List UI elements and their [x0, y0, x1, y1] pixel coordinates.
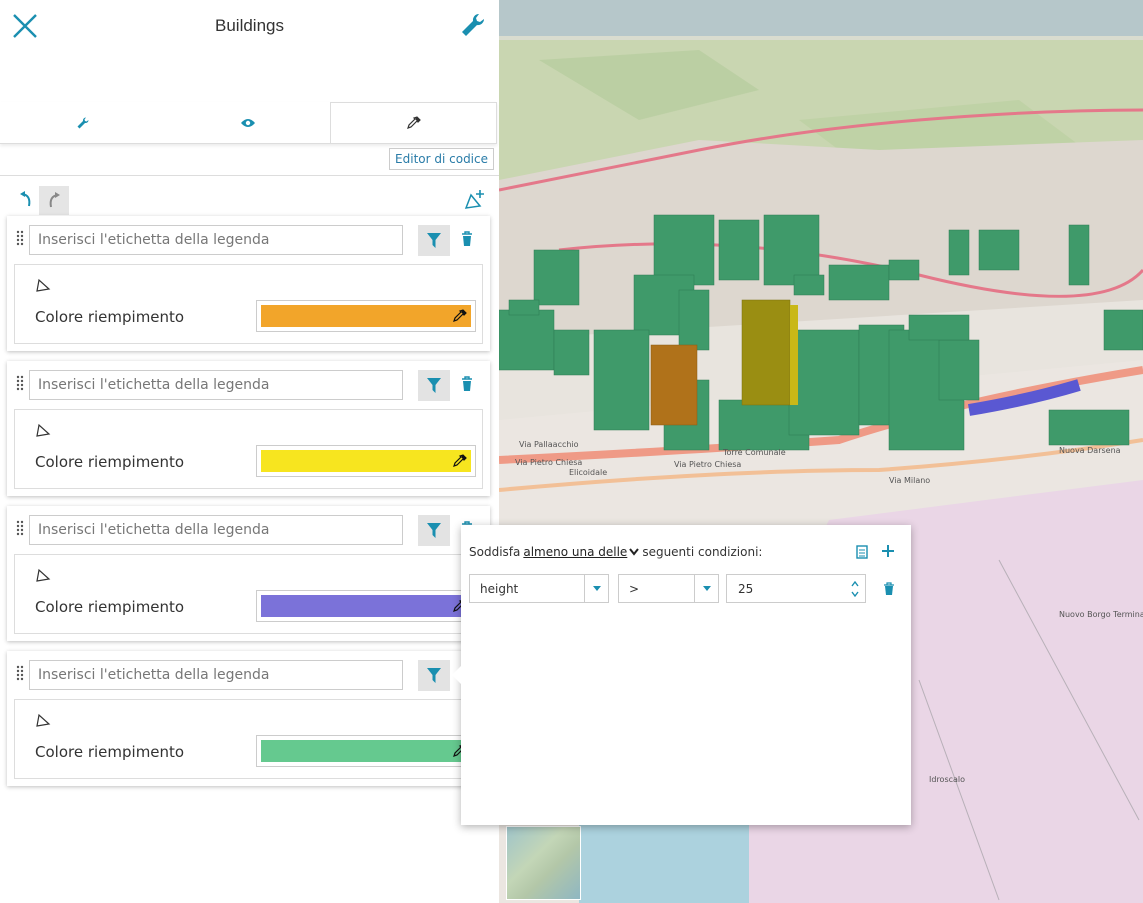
trash-icon[interactable] — [458, 373, 476, 395]
delete-condition-icon[interactable] — [883, 582, 895, 596]
polygon-icon — [36, 278, 51, 292]
panel-title: Buildings — [215, 16, 284, 35]
drag-handle-icon[interactable] — [16, 230, 24, 246]
style-rule: Colore riempimento — [7, 506, 490, 641]
filter-popup: Soddisfa almeno una delle seguenti condi… — [452, 525, 911, 825]
fill-color-label: Colore riempimento — [35, 453, 185, 471]
match-mode-select[interactable]: almeno una delle — [523, 545, 640, 559]
filter-icon[interactable] — [418, 370, 450, 401]
legend-label-input[interactable] — [29, 515, 403, 545]
fill-color-picker[interactable] — [256, 590, 476, 622]
rule-body: Colore riempimento — [14, 554, 483, 634]
tab-bar — [0, 102, 497, 144]
style-rule: Colore riempimento — [7, 361, 490, 496]
number-stepper[interactable] — [845, 575, 865, 602]
popup-arrow — [452, 665, 462, 685]
tab-style[interactable] — [330, 102, 497, 143]
drag-handle-icon[interactable] — [16, 375, 24, 391]
chevron-down-icon — [584, 575, 608, 602]
code-editor-button[interactable]: Editor di codice — [389, 148, 494, 170]
wrench-icon — [77, 116, 89, 128]
fill-color-picker[interactable] — [256, 300, 476, 332]
match-mode-value: almeno una delle — [523, 545, 628, 559]
filter-icon[interactable] — [418, 660, 450, 691]
style-panel: Buildings Editor di codice Inserisci l'e… — [0, 0, 499, 903]
polygon-icon — [36, 713, 51, 727]
color-swatch — [261, 450, 471, 472]
panel-header: Buildings — [0, 0, 499, 102]
divider — [0, 175, 499, 176]
rule-body: Colore riempimento — [14, 264, 483, 344]
operator-select[interactable]: > — [618, 574, 719, 603]
value-input[interactable]: 25 — [726, 574, 866, 603]
operator-value: > — [629, 582, 640, 596]
condition-suffix: seguenti condizioni: — [642, 545, 763, 559]
rules-toolbar — [8, 184, 488, 215]
add-condition-icon[interactable] — [880, 543, 896, 559]
fill-color-label: Colore riempimento — [35, 598, 185, 616]
fill-color-label: Colore riempimento — [35, 743, 185, 761]
fill-color-picker[interactable] — [256, 735, 476, 767]
drag-handle-icon[interactable] — [16, 665, 24, 681]
eyedropper-icon — [406, 116, 421, 129]
color-swatch — [261, 305, 471, 327]
rule-body: Colore riempimento — [14, 699, 483, 779]
wrench-icon[interactable] — [459, 11, 487, 39]
add-group-icon[interactable] — [855, 545, 869, 559]
legend-label-input[interactable] — [29, 370, 403, 400]
fill-color-label: Colore riempimento — [35, 308, 185, 326]
add-rule-icon[interactable] — [462, 188, 486, 212]
attribute-select[interactable]: height — [469, 574, 609, 603]
eyedropper-icon — [453, 309, 467, 322]
rule-body: Colore riempimento — [14, 409, 483, 489]
value-text: 25 — [738, 582, 754, 596]
legend-label-input[interactable] — [29, 660, 403, 690]
eyedropper-icon — [453, 454, 467, 467]
tab-visibility[interactable] — [165, 102, 330, 143]
fill-color-picker[interactable] — [256, 445, 476, 477]
style-rule: Colore riempimento — [7, 651, 490, 786]
undo-icon[interactable] — [12, 186, 40, 214]
chevron-down-icon — [629, 548, 640, 556]
filter-icon[interactable] — [418, 515, 450, 546]
color-swatch — [261, 740, 471, 762]
condition-prefix: Soddisfa — [469, 545, 521, 559]
eye-icon — [240, 118, 255, 127]
style-rule: Colore riempimento — [7, 216, 490, 351]
overview-minimap[interactable] — [506, 826, 581, 900]
trash-icon[interactable] — [458, 228, 476, 250]
chevron-down-icon — [694, 575, 718, 602]
color-swatch — [261, 595, 471, 617]
drag-handle-icon[interactable] — [16, 520, 24, 536]
tab-settings[interactable] — [0, 102, 165, 143]
legend-label-input[interactable] — [29, 225, 403, 255]
condition-header: Soddisfa almeno una delle seguenti condi… — [469, 545, 762, 559]
polygon-icon — [36, 423, 51, 437]
attribute-value: height — [480, 582, 519, 596]
polygon-icon — [36, 568, 51, 582]
filter-icon[interactable] — [418, 225, 450, 256]
redo-icon[interactable] — [39, 186, 69, 215]
